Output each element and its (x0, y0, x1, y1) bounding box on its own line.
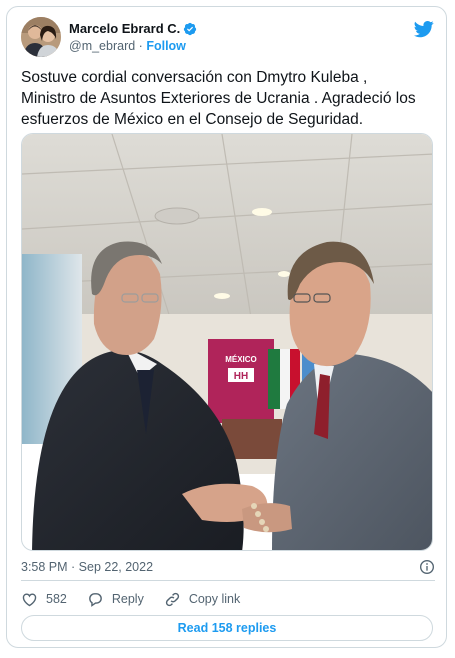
tweet-text: Sostuve cordial conversación con Dmytro … (21, 67, 437, 130)
tweet-meta: 3:58 PM · Sep 22, 2022 (21, 555, 435, 579)
reply-button[interactable]: Reply (87, 591, 144, 608)
timestamp[interactable]: 3:58 PM · Sep 22, 2022 (21, 560, 153, 574)
heart-icon (22, 593, 37, 606)
read-replies-button[interactable]: Read 158 replies (21, 615, 433, 641)
link-icon (165, 592, 179, 606)
reply-label: Reply (111, 592, 144, 606)
tweet-line: Ministro de Asuntos Exteriores de Ucrani… (21, 90, 416, 107)
likes-count: 582 (46, 592, 67, 606)
copy-link-button[interactable]: Copy link (164, 591, 240, 608)
author-block: Marcelo Ebrard C. @m_ebrard · Follow (69, 21, 197, 55)
copy-link-label: Copy link (188, 592, 241, 606)
banner-title: MÉXICO (225, 355, 257, 364)
avatar[interactable] (21, 17, 61, 57)
info-icon[interactable] (419, 559, 435, 575)
like-button[interactable]: 582 (21, 591, 67, 608)
divider (21, 580, 435, 581)
follow-button[interactable]: Follow (146, 39, 186, 53)
author-handle[interactable]: @m_ebrard (69, 39, 135, 53)
reply-icon (88, 592, 102, 607)
twitter-bird-icon[interactable] (413, 19, 435, 39)
handle-separator: · (138, 39, 143, 53)
tweet-line: esfuerzos de México en el Consejo de Seg… (21, 111, 364, 128)
author-name[interactable]: Marcelo Ebrard C. (69, 21, 180, 37)
banner-logo: HH (234, 371, 248, 382)
verified-badge-icon (184, 22, 197, 36)
tweet-card: Marcelo Ebrard C. @m_ebrard · Follow Sos… (6, 6, 447, 648)
read-replies-label: Read 158 replies (177, 621, 277, 635)
tweet-header: Marcelo Ebrard C. @m_ebrard · Follow (21, 17, 435, 61)
tweet-line: Sostuve cordial conversación con Dmytro … (21, 69, 368, 86)
tweet-actions: 582 Reply Copy link (21, 586, 435, 612)
tweet-photo[interactable]: MÉXICO HH (21, 133, 433, 551)
